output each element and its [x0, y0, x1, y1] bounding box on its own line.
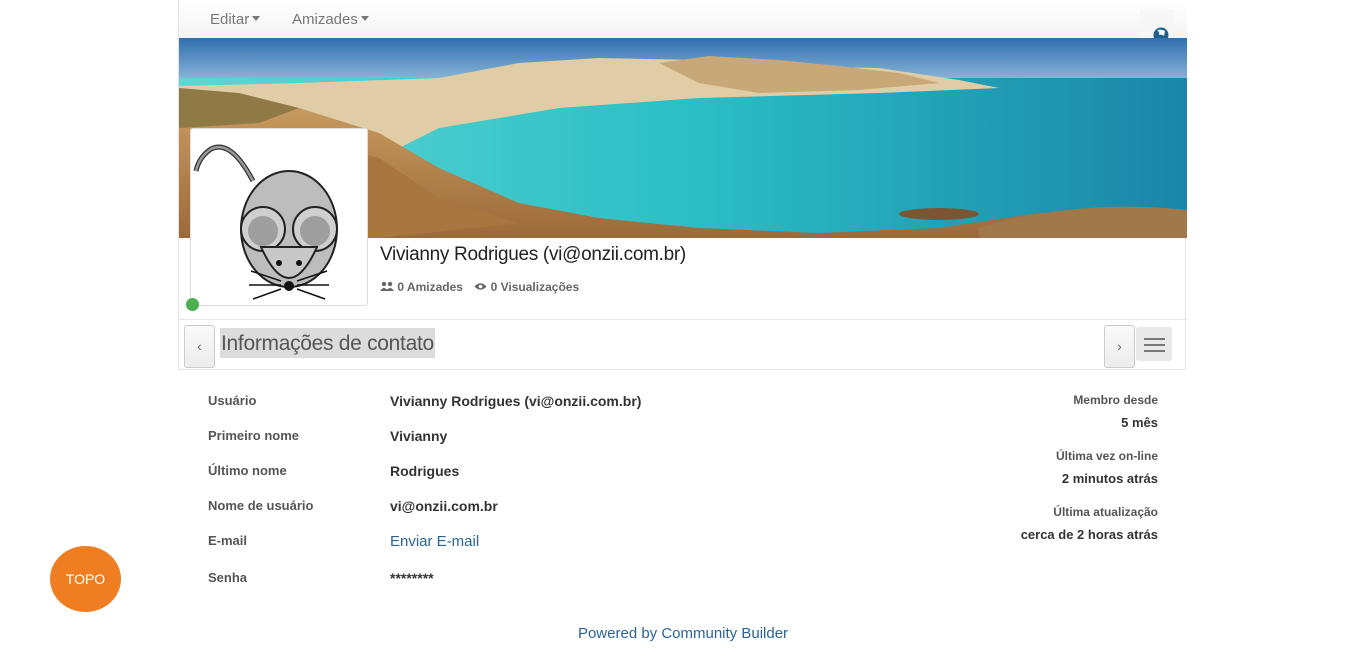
last-update-label: Última atualização [1053, 505, 1158, 519]
field-label-email: E-mail [208, 533, 248, 548]
eye-icon [474, 283, 487, 290]
profile-stats: 0 Amizades 0 Visualizações [380, 280, 587, 294]
field-value-login: vi@onzii.com.br [390, 498, 498, 514]
last-online-value: 2 minutos atrás [1061, 471, 1158, 486]
edit-menu-label: Editar [210, 11, 250, 28]
field-value-last-name: Rodrigues [390, 463, 460, 479]
field-value-password: ******** [390, 570, 434, 586]
views-stat: 0 Visualizações [474, 280, 583, 294]
field-label-last-name: Último nome [208, 463, 287, 478]
member-since-label: Membro desde [1073, 393, 1158, 407]
field-value-username: Vivianny Rodrigues (vi@onzii.com.br) [390, 393, 642, 409]
edit-menu[interactable]: Editar [210, 11, 261, 28]
profile-header: Editar Amizades Vivianny Rodrigues (vi@o… [178, 0, 1187, 370]
footer: Powered by Community Builder [0, 625, 1366, 642]
friends-menu-label: Amizades [292, 11, 358, 28]
back-to-top-button[interactable]: TOPO [50, 546, 121, 612]
mouse-avatar-image [193, 144, 338, 300]
field-label-first-name: Primeiro nome [208, 428, 300, 443]
field-label-login: Nome de usuário [208, 498, 314, 513]
hamburger-icon [1144, 338, 1165, 340]
last-update-value: cerca de 2 horas atrás [1020, 527, 1158, 542]
tabs-menu-button[interactable] [1136, 327, 1172, 361]
last-online-label: Última vez on-line [1055, 449, 1158, 463]
profile-navbar: Editar Amizades [179, 0, 1187, 39]
users-icon [380, 281, 394, 291]
caret-down-icon [360, 16, 369, 21]
field-label-username: Usuário [208, 393, 257, 408]
tab-prev-button[interactable]: ‹ [184, 325, 215, 368]
powered-by-link[interactable]: Powered by Community Builder [578, 625, 788, 642]
caret-down-icon [252, 16, 261, 21]
friends-menu[interactable]: Amizades [292, 11, 369, 28]
field-value-first-name: Vivianny [390, 428, 448, 444]
profile-name: Vivianny Rodrigues (vi@onzii.com.br) [380, 244, 686, 265]
online-status-indicator [186, 298, 199, 311]
friends-count: 0 Amizades [397, 280, 463, 294]
member-since-value: 5 mês [1121, 415, 1158, 430]
tab-next-button[interactable]: › [1104, 325, 1135, 368]
avatar[interactable] [190, 128, 368, 306]
views-count: 0 Visualizações [490, 280, 580, 294]
tab-contact-info[interactable]: Informações de contato [220, 328, 435, 358]
field-label-password: Senha [208, 570, 248, 585]
send-email-link[interactable]: Enviar E-mail [390, 533, 479, 550]
divider [179, 319, 1187, 320]
globe-button[interactable] [1140, 9, 1174, 39]
friends-stat[interactable]: 0 Amizades [380, 280, 467, 294]
